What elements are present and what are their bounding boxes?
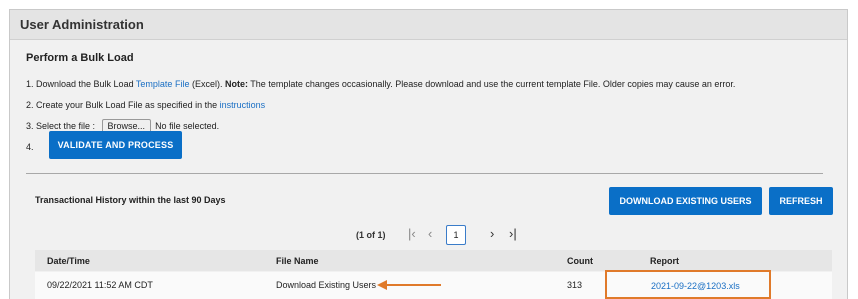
step-1-text: 1. Download the Bulk Load bbox=[26, 79, 136, 89]
history-title: Transactional History within the last 90… bbox=[35, 195, 226, 205]
column-header-datetime[interactable]: Date/Time bbox=[47, 256, 90, 266]
previous-page-icon[interactable]: ‹ bbox=[428, 227, 432, 240]
row-file-name: Download Existing Users bbox=[276, 280, 377, 290]
note-label: Note: bbox=[224, 79, 248, 89]
instructions-link[interactable]: instructions bbox=[220, 100, 266, 110]
last-page-icon[interactable]: ›| bbox=[509, 227, 517, 240]
step-4-number: 4. bbox=[26, 142, 34, 152]
bulk-load-title: Perform a Bulk Load bbox=[26, 52, 134, 64]
note-text: The template changes occasionally. Pleas… bbox=[247, 79, 736, 89]
first-page-icon[interactable]: |‹ bbox=[408, 227, 416, 240]
page-title: User Administration bbox=[20, 17, 144, 32]
section-divider bbox=[26, 173, 823, 174]
validate-and-process-button[interactable]: VALIDATE AND PROCESS bbox=[49, 131, 182, 159]
refresh-button[interactable]: REFRESH bbox=[769, 187, 833, 215]
current-page-button[interactable]: 1 bbox=[446, 225, 466, 245]
panel-header: User Administration bbox=[10, 10, 847, 40]
step-2: 2. Create your Bulk Load File as specifi… bbox=[26, 100, 265, 110]
annotation-arrow-icon bbox=[377, 280, 441, 290]
report-file-link[interactable]: 2021-09-22@1203.xls bbox=[651, 281, 740, 291]
column-header-file-name[interactable]: File Name bbox=[276, 256, 319, 266]
file-status: No file selected. bbox=[155, 121, 220, 131]
column-header-report[interactable]: Report bbox=[650, 256, 679, 266]
row-count: 313 bbox=[567, 280, 583, 290]
pager-count: (1 of 1) bbox=[356, 230, 386, 240]
template-file-link[interactable]: Template File bbox=[136, 79, 190, 89]
row-datetime: 09/22/2021 11:52 AM CDT bbox=[47, 280, 153, 290]
step-3-text: 3. Select the file : bbox=[26, 121, 98, 131]
next-page-icon[interactable]: › bbox=[490, 227, 494, 240]
step-1: 1. Download the Bulk Load Template File … bbox=[26, 79, 735, 89]
step-2-text: 2. Create your Bulk Load File as specifi… bbox=[26, 100, 220, 110]
step-1-after-link: (Excel). bbox=[189, 79, 225, 89]
column-header-count[interactable]: Count bbox=[567, 256, 593, 266]
download-existing-users-button[interactable]: DOWNLOAD EXISTING USERS bbox=[609, 187, 762, 215]
table-header: Date/Time File Name Count Report bbox=[35, 250, 832, 271]
